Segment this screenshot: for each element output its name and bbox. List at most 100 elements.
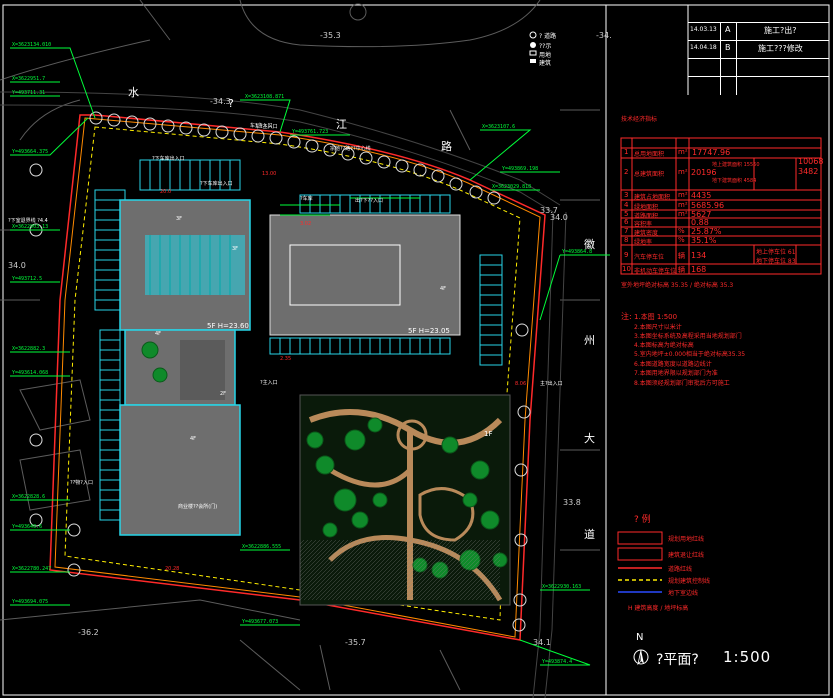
street-north-char-3: 江 bbox=[336, 118, 347, 131]
note-line-2: 2.本图尺寸以米计 bbox=[634, 324, 682, 331]
legend-title: ? 例 bbox=[634, 515, 651, 525]
tech-row-4-n: 4 bbox=[624, 201, 629, 209]
top-legend-item-1: ? 道路 bbox=[539, 33, 557, 40]
svg-text:X=3623108.871: X=3623108.871 bbox=[245, 94, 284, 100]
tech-row-7-value: 25.87% bbox=[691, 227, 722, 236]
svg-text:33.7: 33.7 bbox=[540, 206, 558, 215]
tech-row-10-n: 10 bbox=[622, 265, 631, 273]
north-building-label: 5F H=23.05 bbox=[408, 327, 450, 335]
drawing-scale: 1:500 bbox=[723, 648, 772, 666]
tech-row-9-name: 汽车停车位 bbox=[634, 254, 665, 261]
tech-row-4-name: 绿地面积 bbox=[634, 204, 659, 211]
rev-letter-1: A bbox=[725, 25, 731, 34]
tech-row-3-name: 建筑占地面积 bbox=[634, 194, 671, 201]
tech-row-3-value: 4435 bbox=[691, 191, 712, 200]
svg-text:Y=493711.31: Y=493711.31 bbox=[12, 90, 45, 96]
tech-row-2-n: 2 bbox=[624, 168, 629, 176]
rev-date-2: 14.04.18 bbox=[690, 44, 717, 51]
tech-row-3-unit: m² bbox=[678, 191, 688, 199]
tech-footnote: 室外地坪绝对标高 35.35 / 绝对标高 35.3 bbox=[621, 282, 734, 289]
svg-text:Y=493677.073: Y=493677.073 bbox=[242, 619, 278, 625]
svg-text:Y=493640.6: Y=493640.6 bbox=[12, 524, 42, 530]
svg-text:X=3622930.163: X=3622930.163 bbox=[542, 584, 581, 590]
notes-title: 注: bbox=[621, 312, 632, 321]
tech-row-9-sub-2: 地下停车位 83 bbox=[756, 258, 796, 265]
street-north-char-1: 水 bbox=[128, 86, 139, 99]
svg-text:宗地??路??中心线: 宗地??路??中心线 bbox=[330, 145, 371, 152]
note-line-7: 7.本图用地界限以规划部门为准 bbox=[634, 370, 718, 377]
west-building-label: 5F H=23.60 bbox=[207, 322, 249, 330]
svg-text:X=3622882.3: X=3622882.3 bbox=[12, 346, 45, 352]
note-line-6: 6.本图道路宽度以道路边线计 bbox=[634, 361, 712, 368]
north-building bbox=[269, 214, 461, 336]
tech-row-4-unit: m² bbox=[678, 201, 688, 209]
note-line-4: 4.本图标高为绝对标高 bbox=[634, 342, 694, 349]
tech-row-1-value: 17747.96 bbox=[692, 148, 731, 157]
svg-text:2.35: 2.35 bbox=[280, 356, 291, 362]
note-line-3: 3.本图坐标系统及高程采用当地规划部门 bbox=[634, 333, 742, 340]
svg-text:Y=493869.198: Y=493869.198 bbox=[502, 166, 538, 172]
tech-row-2-unit: m² bbox=[678, 168, 688, 176]
svg-text:Y=493614.068: Y=493614.068 bbox=[12, 370, 48, 376]
svg-text:20.0: 20.0 bbox=[160, 189, 171, 195]
svg-text:3F: 3F bbox=[176, 216, 182, 222]
svg-text:2F: 2F bbox=[220, 391, 226, 397]
svg-text:8.06: 8.06 bbox=[515, 381, 526, 387]
svg-text:-36.2: -36.2 bbox=[78, 628, 99, 637]
svg-text:X=3622903.13: X=3622903.13 bbox=[12, 224, 48, 230]
svg-text:?车库: ?车库 bbox=[300, 195, 313, 202]
tech-row-6-value: 0.88 bbox=[691, 218, 709, 227]
svg-text:?下车库出入口: ?下车库出入口 bbox=[200, 180, 233, 187]
west-building bbox=[119, 199, 251, 536]
svg-text:X=3622828.6: X=3622828.6 bbox=[12, 494, 45, 500]
entrance-south-label: ?主入口 bbox=[260, 380, 278, 386]
svg-text:Y=493874.4: Y=493874.4 bbox=[542, 659, 572, 665]
legend-item-4: 规划建筑控制线 bbox=[668, 578, 711, 585]
tech-row-8-n: 8 bbox=[624, 236, 629, 244]
svg-text:??物?入口: ??物?入口 bbox=[70, 479, 93, 486]
street-east-char-3: 大 bbox=[584, 432, 595, 445]
svg-text:33.8: 33.8 bbox=[563, 498, 581, 507]
legend-item-2: 建筑退让红线 bbox=[668, 552, 705, 559]
svg-text:-35.3: -35.3 bbox=[320, 31, 341, 40]
tech-row-10-name: 非机动车停车位 bbox=[634, 268, 677, 275]
tech-row-8-name: 绿地率 bbox=[634, 239, 653, 246]
tech-row-2-sub-1: 地上建筑面积 15560 bbox=[712, 162, 760, 168]
svg-text:?下室退界线 ?4.4: ?下室退界线 ?4.4 bbox=[8, 217, 48, 224]
legend-item-5: 地下室边线 bbox=[668, 590, 699, 597]
svg-text:4F: 4F bbox=[190, 436, 196, 442]
street-north-char-4: 路 bbox=[441, 140, 452, 153]
tech-row-7-name: 建筑密度 bbox=[634, 230, 659, 237]
svg-text:34.1: 34.1 bbox=[533, 638, 551, 647]
svg-text:?下车库出入口: ?下车库出入口 bbox=[152, 155, 185, 162]
top-legend-item-4: 建筑 bbox=[539, 60, 552, 67]
tech-row-6-n: 6 bbox=[624, 218, 629, 226]
tech-row-8-value: 35.1% bbox=[691, 236, 717, 245]
rev-desc-2: 施工???修改 bbox=[758, 44, 803, 53]
revision-block: 14.03.13 A 施工?出? 14.04.18 B 施工???修改 bbox=[688, 5, 829, 95]
svg-text:Y=493694.075: Y=493694.075 bbox=[12, 599, 48, 605]
tech-row-7-n: 7 bbox=[624, 227, 629, 235]
tech-row-2-value: 20196 bbox=[691, 168, 717, 177]
svg-text:13.00: 13.00 bbox=[262, 171, 276, 177]
tech-row-9-sub-1: 地上停车位 61 bbox=[756, 249, 796, 256]
svg-text:34.0: 34.0 bbox=[8, 261, 26, 270]
note-line-1: 1.本图 1:500 bbox=[634, 313, 678, 321]
tech-row-1-name: 总用地面积 bbox=[634, 151, 665, 158]
tech-row-10-unit: 辆 bbox=[678, 266, 685, 274]
svg-text:Y=493664.375: Y=493664.375 bbox=[12, 149, 48, 155]
svg-text:商业楼??会所(门): 商业楼??会所(门) bbox=[178, 503, 217, 510]
drawing-title: ?平面? bbox=[656, 652, 699, 668]
note-line-8: 8.本图须经规划部门审批后方可施工 bbox=[634, 380, 730, 387]
tech-row-9-n: 9 bbox=[624, 251, 629, 259]
svg-text:X=3622780.247: X=3622780.247 bbox=[12, 566, 51, 572]
top-legend-item-2: ??示 bbox=[539, 43, 552, 50]
svg-text:X=3622886.555: X=3622886.555 bbox=[242, 544, 281, 550]
rev-letter-2: B bbox=[725, 43, 731, 52]
tech-row-9-value: 134 bbox=[691, 251, 707, 260]
tech-row-8-unit: % bbox=[678, 236, 685, 244]
tech-table-title: 技术经济指标 bbox=[621, 116, 658, 123]
north-label: N bbox=[636, 632, 644, 643]
tech-row-5-unit: m² bbox=[678, 210, 688, 218]
tech-row-2-sub-2: 地下建筑面积 4584 bbox=[712, 178, 757, 184]
